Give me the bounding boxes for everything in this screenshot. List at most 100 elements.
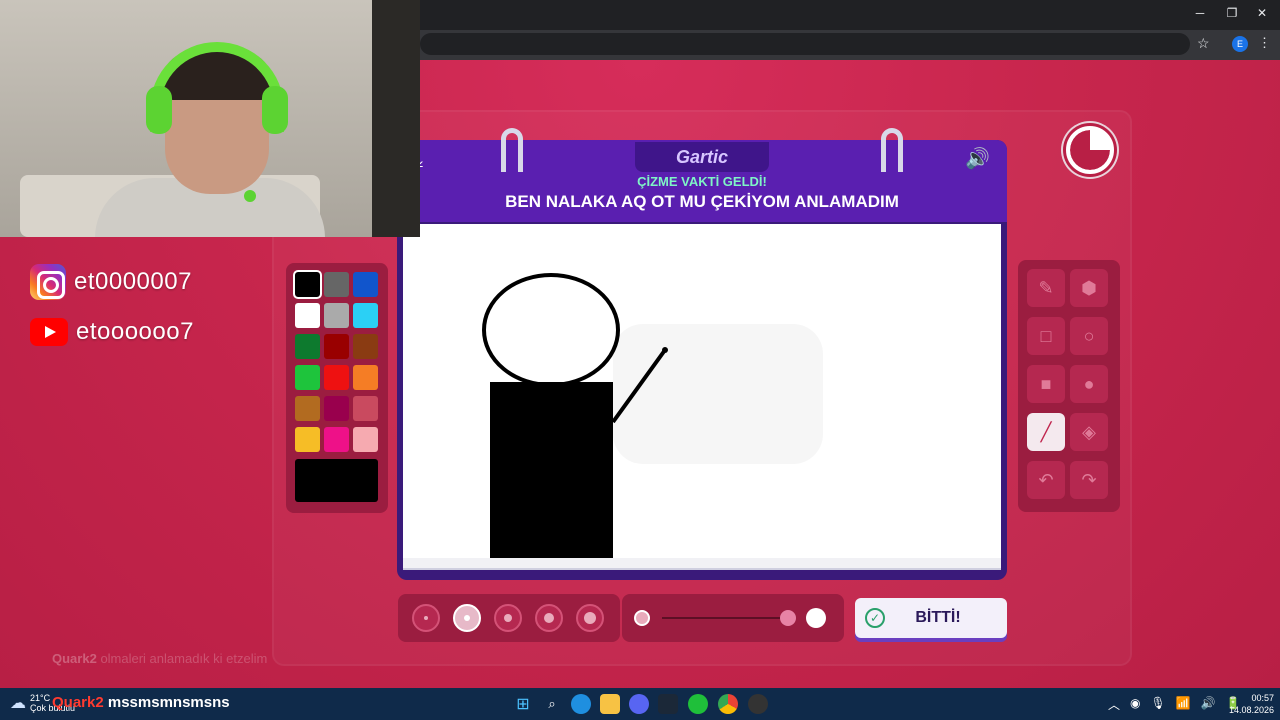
gartic-logo: Gartic	[635, 142, 769, 172]
brush-size-option[interactable]	[412, 604, 440, 632]
volume-icon[interactable]: 🔊	[1201, 696, 1216, 713]
opacity-track[interactable]	[662, 617, 792, 619]
color-swatch[interactable]	[353, 396, 378, 421]
youtube-handle-text: etoooooo7	[76, 318, 194, 345]
brush-size-option[interactable]	[535, 604, 563, 632]
undo-icon[interactable]: ↶	[1027, 461, 1065, 499]
draw-prompt: BEN NALAKA AQ OT MU ÇEKİYOM ANLAMADIM	[505, 192, 899, 211]
drawn-body	[490, 382, 613, 558]
steam-icon[interactable]	[658, 694, 678, 714]
brush-size-dot	[544, 613, 554, 623]
address-bar[interactable]	[420, 33, 1190, 55]
filled-rectangle-tool-icon[interactable]: ■	[1027, 365, 1065, 403]
edge-browser-icon[interactable]	[571, 694, 591, 714]
tray-expand-icon[interactable]: ︿	[1108, 696, 1120, 713]
clock-date: 14.08.2026	[1228, 705, 1274, 715]
opacity-max-indicator	[806, 608, 826, 628]
youtube-icon	[30, 318, 68, 346]
stream-overlay-text: Quark2 mssmsmnsmsns	[52, 694, 230, 711]
sound-icon[interactable]: 🔊	[965, 146, 990, 171]
color-swatch[interactable]	[293, 270, 322, 299]
board-header: ⤓ Gartic ÇİZME VAKTİ GELDİ! BEN NALAKA A…	[397, 140, 1007, 222]
spotify-like-icon[interactable]	[688, 694, 708, 714]
color-palette	[286, 263, 388, 513]
brush-size-dot	[504, 614, 512, 622]
drawn-head	[482, 273, 620, 387]
overlay-message: mssmsmnsmsns	[107, 694, 230, 711]
browser-menu-icon[interactable]: ⋮	[1258, 35, 1271, 51]
color-swatch[interactable]	[353, 303, 378, 328]
color-swatch[interactable]	[295, 365, 320, 390]
color-swatch[interactable]	[324, 396, 349, 421]
canvas-drawing	[482, 273, 823, 558]
color-swatch[interactable]	[324, 365, 349, 390]
drawing-canvas[interactable]	[403, 224, 1001, 558]
opacity-handle[interactable]	[780, 610, 796, 626]
fill-bucket-tool-icon[interactable]: ◈	[1070, 413, 1108, 451]
opacity-slider[interactable]	[622, 594, 844, 642]
color-swatch[interactable]	[353, 365, 378, 390]
color-swatch[interactable]	[324, 303, 349, 328]
drawing-board: ⤓ Gartic ÇİZME VAKTİ GELDİ! BEN NALAKA A…	[397, 128, 1007, 580]
microphone-icon[interactable]: 🎙	[1151, 696, 1166, 713]
brush-cursor	[662, 347, 668, 353]
instagram-handle-text: et0000007	[74, 268, 192, 295]
chat-username: Quark2	[52, 651, 97, 666]
brush-size-option[interactable]	[453, 604, 481, 632]
cloud-icon: ☁	[10, 695, 26, 712]
profile-avatar[interactable]: E	[1232, 36, 1248, 52]
gartic-phone-watermark	[613, 324, 823, 464]
color-swatch[interactable]	[324, 427, 349, 452]
rectangle-tool-icon[interactable]: □	[1027, 317, 1065, 355]
timer-icon	[1066, 126, 1114, 174]
color-swatch[interactable]	[295, 427, 320, 452]
eraser-tool-icon[interactable]: ⬢	[1070, 269, 1108, 307]
filled-ellipse-tool-icon[interactable]: ●	[1070, 365, 1108, 403]
search-icon[interactable]: ⌕	[542, 694, 562, 714]
discord-icon[interactable]	[629, 694, 649, 714]
color-swatch[interactable]	[324, 272, 349, 297]
chat-message: olmaleri anlamadık ki etzelim	[100, 651, 268, 666]
maximize-button[interactable]: ❐	[1222, 6, 1242, 20]
current-color-swatch	[295, 459, 378, 502]
binder-ring-right	[881, 128, 903, 172]
file-explorer-icon[interactable]	[600, 694, 620, 714]
color-swatch[interactable]	[295, 303, 320, 328]
ellipse-tool-icon[interactable]: ○	[1070, 317, 1108, 355]
youtube-handle: etoooooo7	[30, 318, 194, 346]
line-tool-icon[interactable]: ╱	[1027, 413, 1065, 451]
windows-start-icon[interactable]: ⊞	[513, 694, 533, 714]
tool-panel: ✎ ⬢ □ ○ ■ ● ╱ ◈ ↶ ↷	[1018, 260, 1120, 512]
color-swatch[interactable]	[353, 427, 378, 452]
system-tray: ︿ ◉ 🎙 📶 🔊 🔋	[1108, 696, 1241, 713]
obs-icon[interactable]	[748, 694, 768, 714]
chat-overlay: Quark2 olmaleri anlamadık ki etzelim	[52, 648, 282, 670]
draw-time-subtitle: ÇİZME VAKTİ GELDİ!	[637, 174, 767, 189]
clock[interactable]: 00:57 14.08.2026	[1228, 692, 1274, 716]
color-swatch[interactable]	[295, 396, 320, 421]
chrome-icon[interactable]	[718, 694, 738, 714]
taskbar: ☁ 21°C Çok bulutlu Quark2 mssmsmnsmsns ⊞…	[0, 688, 1280, 720]
brush-size-selector	[398, 594, 620, 642]
check-icon: ✓	[865, 608, 885, 628]
tray-app-icon[interactable]: ◉	[1130, 696, 1140, 713]
clock-time: 00:57	[1251, 693, 1274, 703]
done-button[interactable]: ✓ BİTTİ!	[855, 598, 1007, 638]
pencil-tool-icon[interactable]: ✎	[1027, 269, 1065, 307]
redo-icon[interactable]: ↷	[1070, 461, 1108, 499]
instagram-handle: et0000007	[30, 264, 192, 300]
minimize-button[interactable]: ─	[1190, 6, 1210, 20]
brush-size-option[interactable]	[494, 604, 522, 632]
color-swatch[interactable]	[295, 334, 320, 359]
webcam-overlay	[0, 0, 420, 237]
close-button[interactable]: ✕	[1252, 6, 1272, 20]
color-swatch[interactable]	[353, 334, 378, 359]
done-button-label: BİTTİ!	[915, 609, 961, 626]
brush-size-dot	[584, 612, 596, 624]
wifi-icon[interactable]: 📶	[1176, 696, 1191, 713]
instagram-icon	[30, 264, 66, 300]
brush-size-option[interactable]	[576, 604, 604, 632]
bookmark-star-icon[interactable]: ☆	[1197, 35, 1210, 52]
color-swatch[interactable]	[324, 334, 349, 359]
color-swatch[interactable]	[353, 272, 378, 297]
